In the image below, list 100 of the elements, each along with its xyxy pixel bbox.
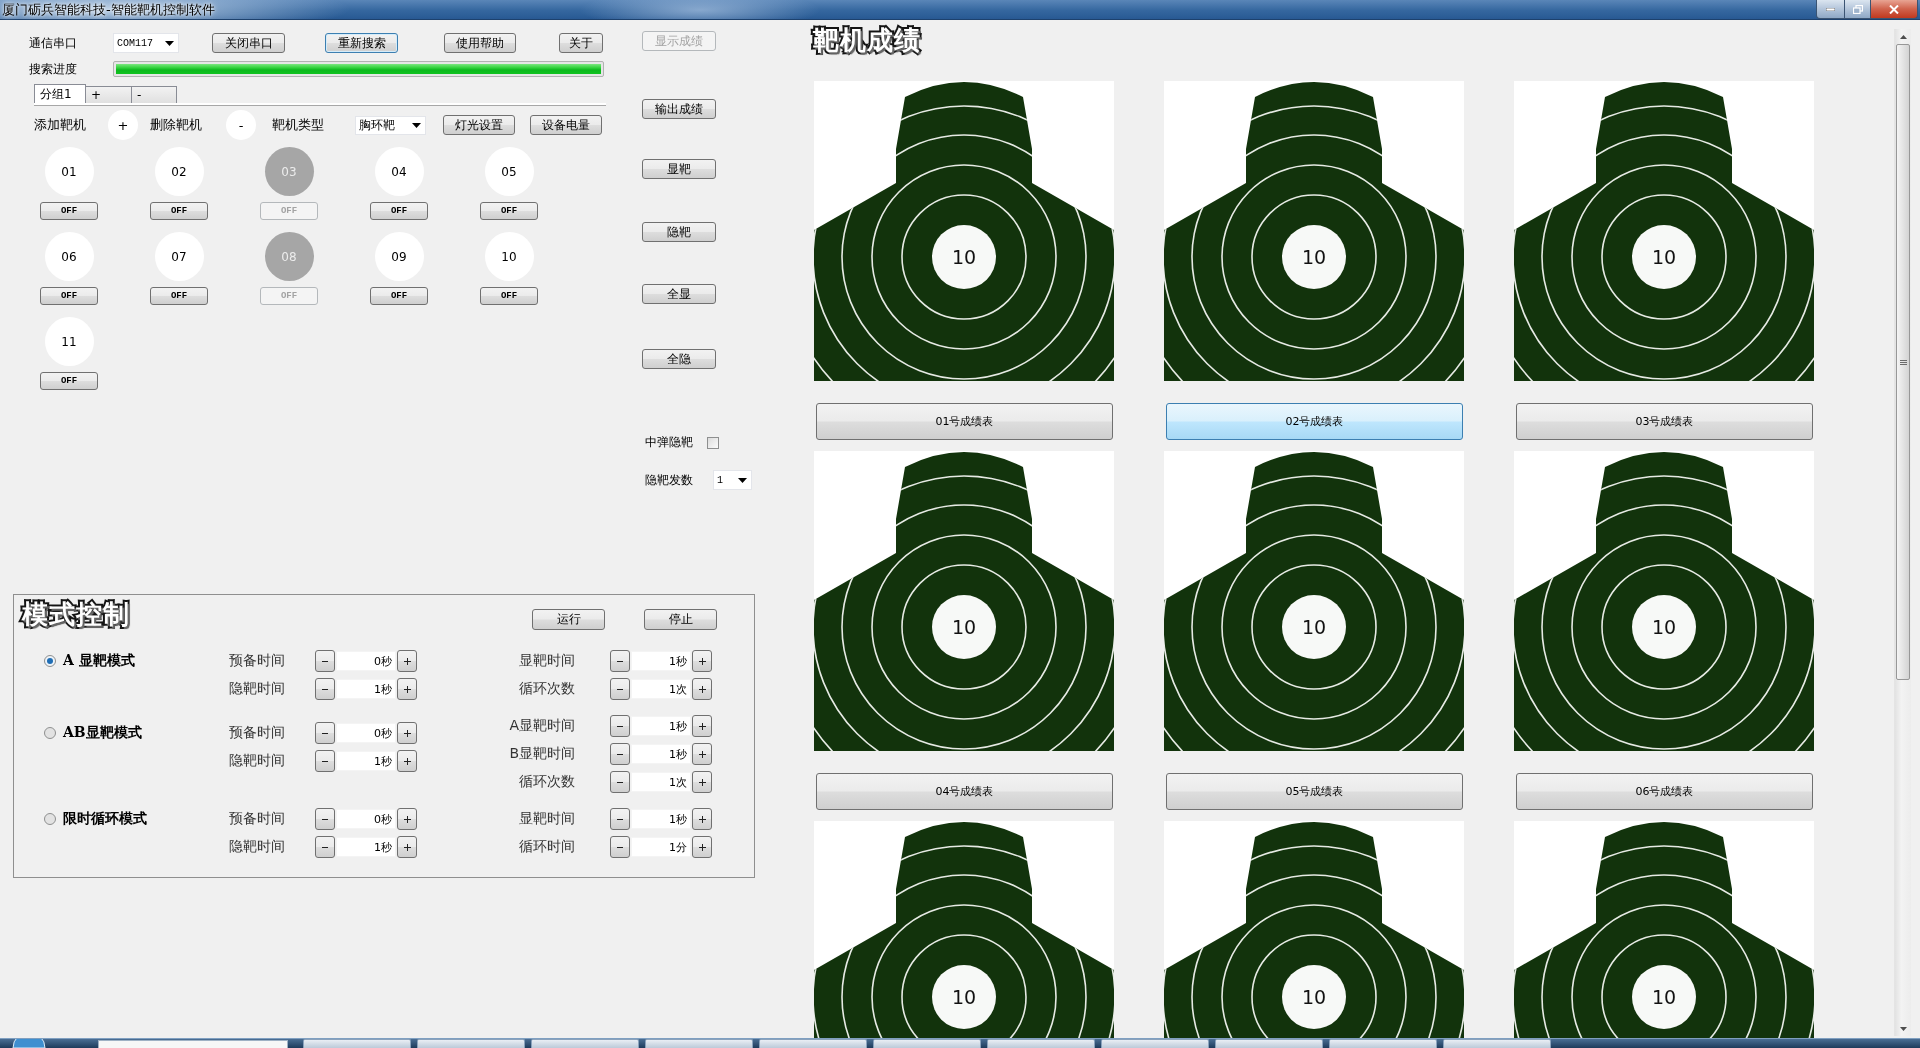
increment-button[interactable] — [397, 722, 417, 744]
unit-switch-button[interactable]: OFF — [370, 287, 428, 305]
unit-switch-button[interactable]: OFF — [40, 287, 98, 305]
side-button[interactable]: 全隐 — [642, 349, 716, 369]
score-sheet-button[interactable]: 03号成绩表 — [1516, 403, 1813, 440]
port-dropdown[interactable]: COM117 — [113, 33, 179, 53]
close-button[interactable] — [1870, 0, 1918, 19]
target-unit-indicator[interactable]: 09 — [374, 232, 424, 281]
hide-on-hit-label: 中弹隐靶 — [645, 434, 694, 451]
value-field[interactable]: 1秒 — [336, 751, 396, 771]
side-button[interactable]: 输出成绩 — [642, 99, 716, 119]
side-button[interactable]: 显靶 — [642, 159, 716, 179]
value-field[interactable]: 1秒 — [336, 679, 396, 699]
score-sheet-button[interactable]: 05号成绩表 — [1166, 773, 1463, 810]
value-field[interactable]: 1分 — [631, 837, 691, 857]
toolbar-button[interactable]: 关于 — [559, 33, 603, 53]
value-field[interactable]: 0秒 — [336, 723, 396, 743]
group-tab[interactable]: - — [131, 86, 177, 103]
add-target-button[interactable]: + — [108, 110, 138, 140]
increment-button[interactable] — [692, 678, 712, 700]
toolbar-button[interactable]: 灯光设置 — [443, 115, 515, 135]
value-field[interactable]: 1次 — [631, 679, 691, 699]
decrement-button[interactable] — [315, 836, 335, 858]
value-field[interactable]: 1秒 — [631, 651, 691, 671]
toolbar-button[interactable]: 使用帮助 — [444, 33, 516, 53]
target-unit-indicator[interactable]: 10 — [484, 232, 534, 281]
unit-switch-button[interactable]: OFF — [480, 202, 538, 220]
decrement-button[interactable] — [610, 678, 630, 700]
decrement-button[interactable] — [315, 722, 335, 744]
increment-button[interactable] — [397, 836, 417, 858]
restore-button[interactable] — [1844, 0, 1871, 19]
value-field[interactable]: 0秒 — [336, 809, 396, 829]
decrement-button[interactable] — [610, 771, 630, 793]
scrollbar-track[interactable] — [1894, 29, 1911, 1036]
mode-option[interactable]: A 显靶模式 — [44, 650, 135, 672]
mode-option[interactable]: AB显靶模式 — [44, 722, 142, 744]
target-unit-indicator[interactable]: 04 — [374, 147, 424, 196]
decrement-button[interactable] — [610, 715, 630, 737]
unit-switch-button[interactable]: OFF — [150, 287, 208, 305]
value-field[interactable]: 1次 — [631, 772, 691, 792]
target-unit-indicator[interactable]: 06 — [44, 232, 94, 281]
plus-icon — [403, 685, 411, 693]
target-type-dropdown[interactable]: 胸环靶 — [355, 115, 426, 135]
decrement-button[interactable] — [315, 650, 335, 672]
hide-count-dropdown[interactable]: 1 — [713, 470, 752, 490]
increment-button[interactable] — [397, 678, 417, 700]
score-sheet-button[interactable]: 06号成绩表 — [1516, 773, 1813, 810]
score-sheet-button[interactable]: 01号成绩表 — [816, 403, 1113, 440]
decrement-button[interactable] — [315, 750, 335, 772]
target-unit-indicator[interactable]: 11 — [44, 317, 94, 366]
increment-button[interactable] — [692, 715, 712, 737]
decrement-button[interactable] — [610, 808, 630, 830]
remove-target-button[interactable]: - — [226, 110, 256, 140]
minus-icon — [617, 753, 623, 755]
value-field[interactable]: 1秒 — [631, 744, 691, 764]
side-button[interactable]: 全显 — [642, 284, 716, 304]
value-field[interactable]: 1秒 — [631, 716, 691, 736]
side-button[interactable]: 隐靶 — [642, 222, 716, 242]
decrement-button[interactable] — [610, 650, 630, 672]
toolbar-button[interactable]: 关闭串口 — [212, 33, 285, 53]
increment-button[interactable] — [397, 650, 417, 672]
minus-icon — [617, 818, 623, 820]
target-unit-indicator[interactable]: 05 — [484, 147, 534, 196]
value-field[interactable]: 1秒 — [631, 809, 691, 829]
unit-switch-button[interactable]: OFF — [150, 202, 208, 220]
toolbar-button[interactable]: 重新搜索 — [325, 33, 398, 53]
decrement-button[interactable] — [315, 678, 335, 700]
target-unit-indicator[interactable]: 07 — [154, 232, 204, 281]
unit-switch-button[interactable]: OFF — [370, 202, 428, 220]
mode-action-button[interactable]: 停止 — [644, 609, 717, 630]
taskbar-field[interactable] — [98, 1040, 288, 1048]
field-label: 隐靶时间 — [229, 752, 286, 770]
unit-switch-button[interactable]: OFF — [40, 372, 98, 390]
score-sheet-button[interactable]: 02号成绩表 — [1166, 403, 1463, 440]
unit-switch-button[interactable]: OFF — [40, 202, 98, 220]
increment-button[interactable] — [397, 808, 417, 830]
toolbar-button[interactable]: 设备电量 — [530, 115, 602, 135]
decrement-button[interactable] — [315, 808, 335, 830]
target-unit-indicator[interactable]: 02 — [154, 147, 204, 196]
minimize-button[interactable] — [1816, 0, 1845, 19]
value-field[interactable]: 1秒 — [336, 837, 396, 857]
increment-button[interactable] — [692, 836, 712, 858]
group-tab[interactable]: + — [85, 86, 132, 103]
value-field[interactable]: 0秒 — [336, 651, 396, 671]
increment-button[interactable] — [397, 750, 417, 772]
caret-down-icon — [1899, 1026, 1907, 1031]
decrement-button[interactable] — [610, 743, 630, 765]
unit-switch-button[interactable]: OFF — [480, 287, 538, 305]
increment-button[interactable] — [692, 743, 712, 765]
increment-button[interactable] — [692, 650, 712, 672]
scrollbar-thumb[interactable] — [1896, 44, 1910, 680]
mode-action-button[interactable]: 运行 — [532, 609, 605, 630]
mode-option[interactable]: 限时循环模式 — [44, 808, 147, 830]
increment-button[interactable] — [692, 771, 712, 793]
group-tab[interactable]: 分组1 — [34, 84, 86, 103]
increment-button[interactable] — [692, 808, 712, 830]
checkbox[interactable] — [707, 436, 719, 449]
score-sheet-button[interactable]: 04号成绩表 — [816, 773, 1113, 810]
decrement-button[interactable] — [610, 836, 630, 858]
target-unit-indicator[interactable]: 01 — [44, 147, 94, 196]
